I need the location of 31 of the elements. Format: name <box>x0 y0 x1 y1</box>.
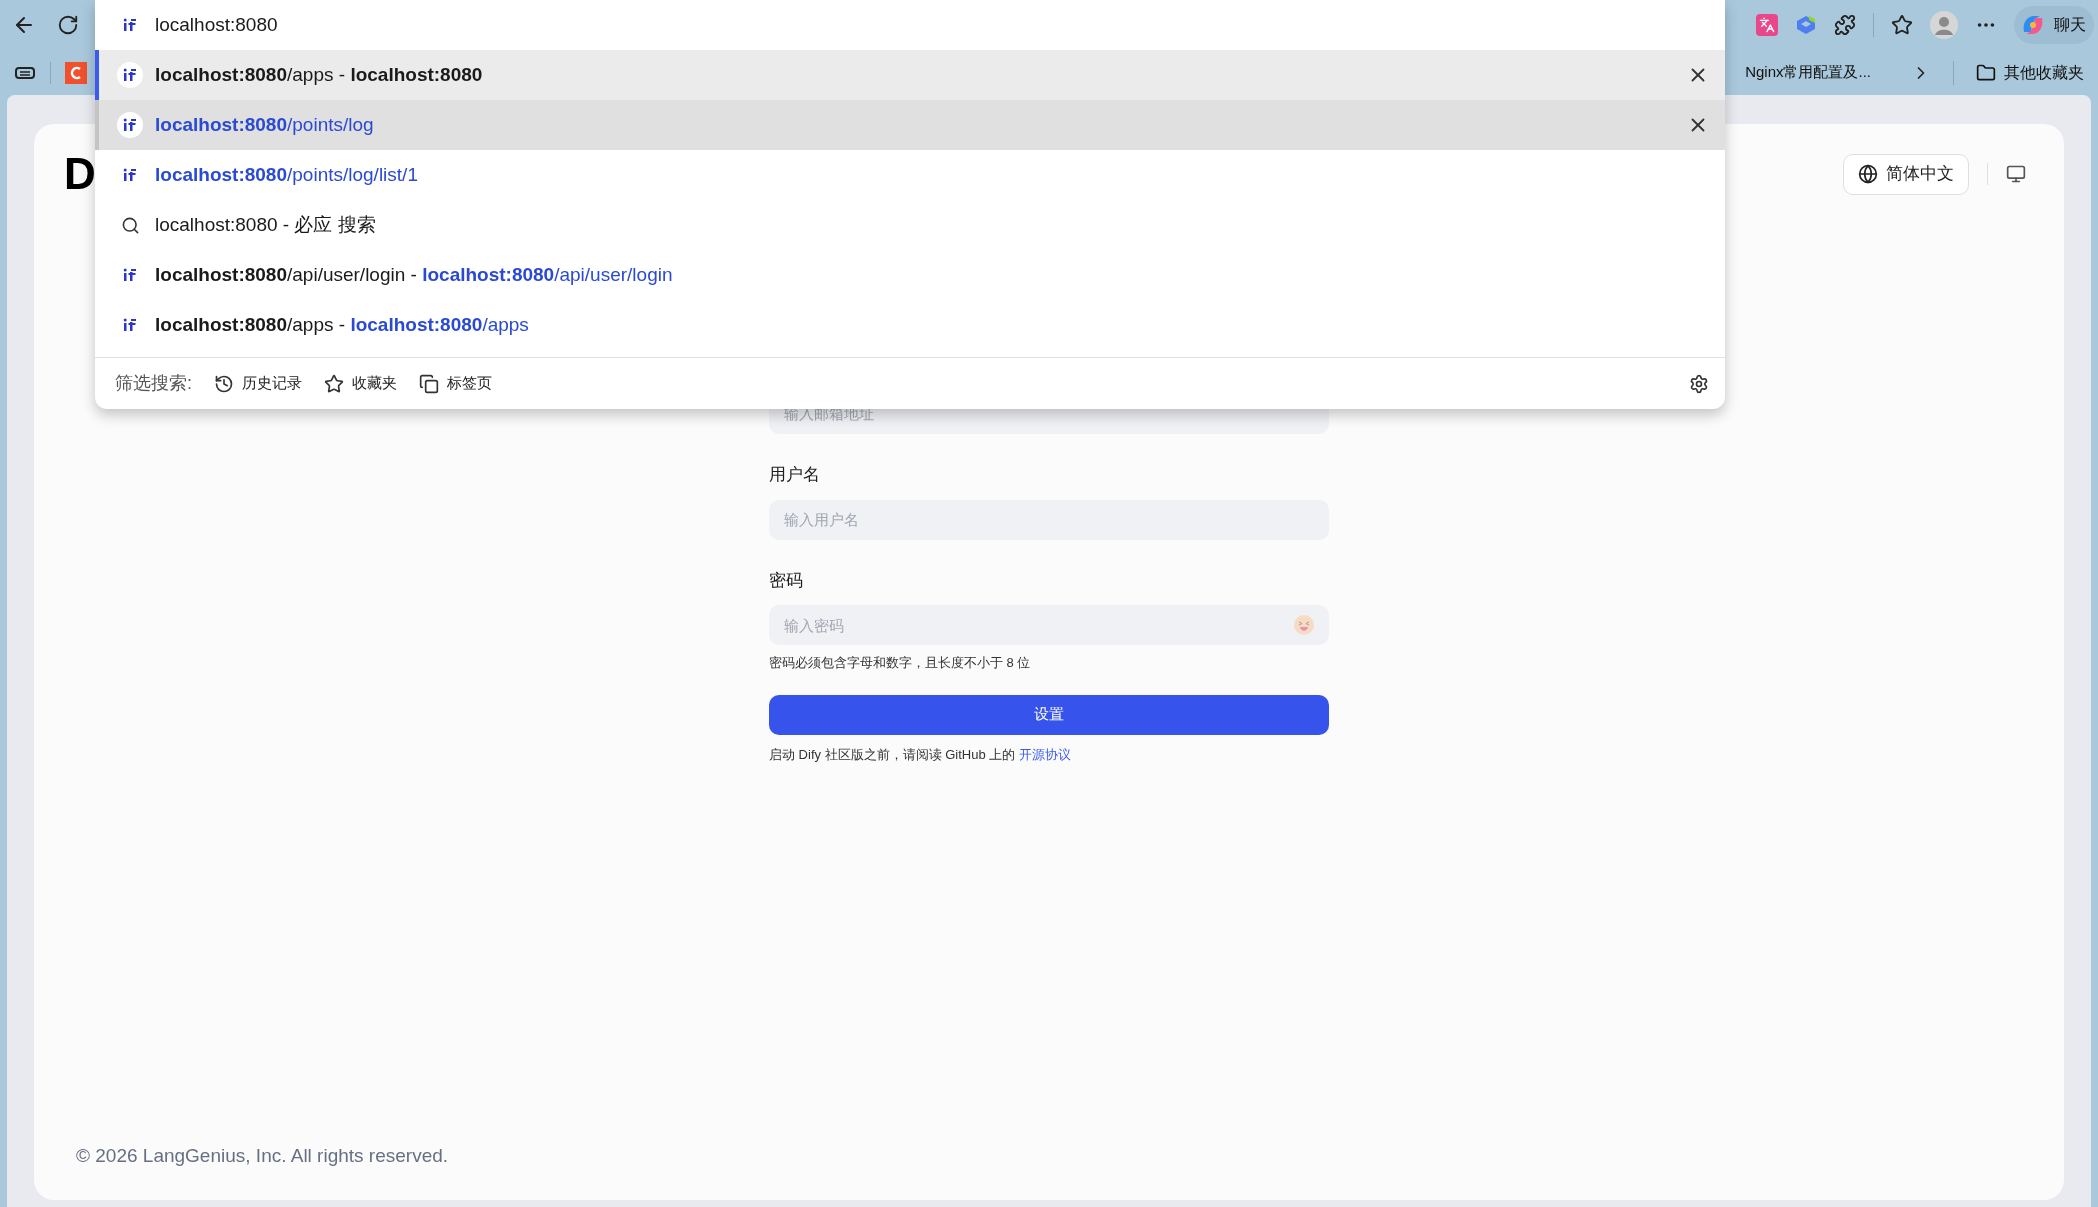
password-field[interactable]: 输入密码 <box>769 605 1329 645</box>
password-hint: 密码必须包含字母和数字，且长度不小于 8 位 <box>769 654 1032 672</box>
suggestion-item[interactable]: localhost:8080/apps - localhost:8080/apps <box>95 300 1725 350</box>
username-field[interactable]: 输入用户名 <box>769 499 1329 540</box>
other-bookmarks-folder[interactable]: 其他收藏夹 <box>1976 60 2084 85</box>
logo-text: D <box>64 152 96 196</box>
suggestion-text: localhost:8080/points/log/list/1 <box>155 162 418 187</box>
suggestion-item[interactable]: localhost:8080/apps - localhost:8080 <box>95 50 1725 100</box>
bookmark-item[interactable]: Nginx常用配置及... <box>1745 61 1871 84</box>
suggestion-item[interactable]: localhost:8080/points/log <box>95 100 1725 150</box>
filter-chip[interactable]: 历史记录 <box>214 372 302 395</box>
filter-chip[interactable]: 收藏夹 <box>324 372 397 395</box>
field-label: 用户名 <box>769 464 821 486</box>
suggestion-item[interactable]: localhost:8080 - 必应 搜索 <box>95 200 1725 250</box>
submit-button[interactable]: 设置 <box>769 694 1329 735</box>
field-label: 密码 <box>769 569 804 592</box>
suggestion-text: localhost:8080/points/log <box>155 112 374 137</box>
suggestion-text: localhost:8080/apps - localhost:8080 <box>155 62 483 87</box>
copilot-chat-button[interactable]: 聊天 <box>2014 6 2094 44</box>
suggestion-text: localhost:8080/api/user/login - localhost:8080/api/user/login <box>155 262 673 287</box>
address-field[interactable]: localhost:8080 <box>155 10 1725 40</box>
suggestion-text: localhost:8080/apps - localhost:8080/apps <box>155 312 529 337</box>
suggestion-item[interactable]: localhost:8080/api/user/login - localhost:8080/api/user/login <box>95 250 1725 300</box>
filter-label: 筛选搜索: <box>115 372 192 395</box>
language-button[interactable]: 简体中文 <box>1843 153 1969 195</box>
suggestion-item[interactable]: localhost:8080/points/log/list/1 <box>95 150 1725 200</box>
suggestion-text: localhost:8080 - 必应 搜索 <box>155 212 376 237</box>
filter-chip[interactable]: 标签页 <box>419 372 492 395</box>
copyright-text: © 2026 LangGenius, Inc. All rights reserved. <box>76 1143 450 1168</box>
license-notice: 启动 Dify 社区版之前，请阅读 GitHub 上的 开源协议 <box>769 745 1072 764</box>
license-link[interactable]: 开源协议 <box>1018 746 1071 762</box>
